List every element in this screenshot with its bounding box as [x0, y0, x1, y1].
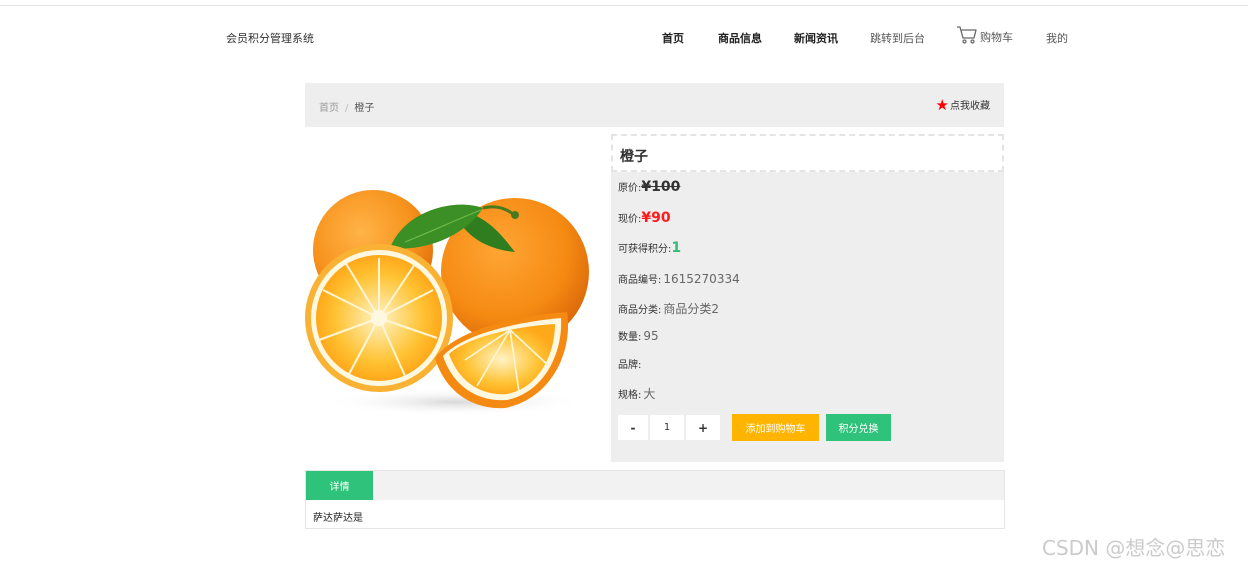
- product-title: 橙子: [620, 149, 648, 165]
- current-price-row: 现价: ¥90: [618, 210, 671, 226]
- quantity-input[interactable]: 1: [649, 414, 685, 441]
- watermark: CSDN @想念@思恋: [1042, 536, 1226, 560]
- nav-backend[interactable]: 跳转到后台: [870, 30, 925, 46]
- redeem-points-button[interactable]: 积分兑换: [826, 414, 891, 441]
- add-to-cart-button[interactable]: 添加到购物车: [732, 414, 819, 441]
- points-value: 1: [671, 240, 682, 256]
- detail-content: 萨达萨达是: [313, 513, 363, 524]
- decrement-button[interactable]: -: [617, 414, 649, 441]
- category-value: 商品分类2: [663, 302, 720, 316]
- detail-tabbar: 详情: [306, 471, 1004, 500]
- breadcrumb-bar: 首页 / 橙子 ★ 点我收藏: [305, 83, 1004, 127]
- breadcrumb-current: 橙子: [354, 103, 375, 114]
- original-price: ¥100: [641, 179, 681, 195]
- breadcrumb-separator: /: [345, 103, 349, 114]
- detail-section: 详情 萨达萨达是: [305, 470, 1005, 529]
- points-label: 可获得积分:: [618, 244, 672, 255]
- nav-mine[interactable]: 我的: [1046, 30, 1068, 46]
- brand-label: 品牌:: [618, 360, 642, 371]
- category-label: 商品分类:: [618, 305, 662, 316]
- category-row: 商品分类: 商品分类2: [618, 300, 719, 317]
- current-price-label: 现价:: [618, 214, 642, 225]
- product-info-panel: 橙子 原价: ¥100 现价: ¥90 可获得积分: 1 商品编号: 16152…: [611, 134, 1004, 462]
- product-title-box: 橙子: [611, 134, 1004, 172]
- nav-cart-label: 购物车: [980, 31, 1013, 44]
- shopping-cart-icon: [956, 25, 980, 45]
- spec-label: 规格:: [618, 390, 642, 401]
- nav-news[interactable]: 新闻资讯: [794, 30, 838, 46]
- spec-row: 规格: 大: [618, 385, 655, 402]
- orange-fruit-image: [305, 190, 589, 416]
- top-divider: [0, 5, 1248, 6]
- current-price: ¥90: [641, 210, 671, 226]
- favorite-label: 点我收藏: [950, 101, 990, 112]
- increment-button[interactable]: +: [685, 414, 721, 441]
- star-icon: ★: [935, 95, 949, 114]
- original-price-row: 原价: ¥100: [618, 179, 680, 195]
- quantity-row: 数量: 95: [618, 328, 659, 343]
- favorite-button[interactable]: ★ 点我收藏: [936, 97, 990, 112]
- code-value: 1615270334: [663, 272, 740, 286]
- quantity-stepper: - 1 +: [617, 414, 721, 441]
- tab-detail[interactable]: 详情: [306, 471, 373, 500]
- product-image: [305, 140, 595, 430]
- site-brand[interactable]: 会员积分管理系统: [226, 30, 314, 46]
- spec-value: 大: [643, 387, 656, 401]
- brand-row: 品牌:: [618, 356, 643, 371]
- code-label: 商品编号:: [618, 275, 662, 286]
- code-row: 商品编号: 1615270334: [618, 271, 740, 286]
- breadcrumb: 首页 / 橙子: [319, 99, 374, 114]
- breadcrumb-home[interactable]: 首页: [319, 103, 339, 114]
- nav-cart[interactable]: 购物车: [956, 25, 1013, 45]
- points-row: 可获得积分: 1: [618, 240, 681, 256]
- original-price-label: 原价:: [618, 183, 642, 194]
- quantity-value: 95: [643, 329, 659, 343]
- nav-goods[interactable]: 商品信息: [718, 30, 762, 46]
- nav-home[interactable]: 首页: [662, 30, 684, 46]
- quantity-label: 数量:: [618, 332, 642, 343]
